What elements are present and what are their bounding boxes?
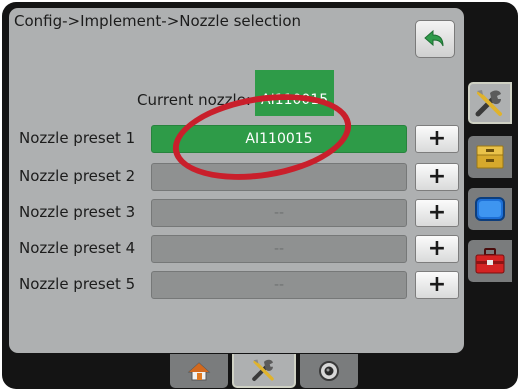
bottom-tab-camera[interactable] (300, 354, 358, 388)
camera-icon (319, 361, 339, 381)
tools-icon (475, 90, 502, 117)
side-tab-tools[interactable] (468, 82, 512, 124)
preset-field-1[interactable]: AI110015 (151, 125, 407, 153)
add-preset-5-button[interactable]: + (415, 271, 459, 299)
preset-row-3: Nozzle preset 3 -- + (9, 199, 464, 227)
preset-row-2: Nozzle preset 2 + (9, 163, 464, 191)
add-preset-4-button[interactable]: + (415, 235, 459, 263)
preset-label: Nozzle preset 2 (19, 167, 136, 185)
add-preset-1-button[interactable]: + (415, 125, 459, 153)
preset-label: Nozzle preset 5 (19, 275, 136, 293)
preset-field-4[interactable]: -- (151, 235, 407, 263)
current-nozzle-row: Current nozzle: AI110015 (137, 70, 335, 116)
bottom-tab-home[interactable] (170, 354, 228, 388)
current-nozzle-value: AI110015 (255, 70, 335, 116)
preset-field-2[interactable] (151, 163, 407, 191)
toolbox-icon (475, 248, 505, 274)
side-tab-display[interactable] (468, 188, 512, 230)
preset-row-5: Nozzle preset 5 -- + (9, 271, 464, 299)
back-button[interactable] (415, 20, 455, 58)
preset-label: Nozzle preset 3 (19, 203, 136, 221)
home-icon (187, 362, 211, 381)
page-title: Config->Implement->Nozzle selection (14, 12, 301, 30)
side-tab-console[interactable] (468, 136, 512, 178)
preset-label: Nozzle preset 1 (19, 129, 136, 147)
tools-icon (252, 359, 274, 381)
add-preset-2-button[interactable]: + (415, 163, 459, 191)
side-tab-toolbox[interactable] (468, 240, 512, 282)
display-icon (475, 197, 505, 221)
back-arrow-icon (424, 29, 444, 47)
add-preset-3-button[interactable]: + (415, 199, 459, 227)
preset-label: Nozzle preset 4 (19, 239, 136, 257)
drawer-box-icon (476, 145, 504, 169)
preset-field-5[interactable]: -- (151, 271, 407, 299)
main-panel: Config->Implement->Nozzle selection Curr… (9, 8, 464, 353)
preset-row-1: Nozzle preset 1 AI110015 + (9, 125, 464, 153)
bottom-tab-tools[interactable] (232, 354, 296, 388)
current-nozzle-label: Current nozzle: (137, 91, 251, 109)
preset-field-3[interactable]: -- (151, 199, 407, 227)
preset-row-4: Nozzle preset 4 -- + (9, 235, 464, 263)
